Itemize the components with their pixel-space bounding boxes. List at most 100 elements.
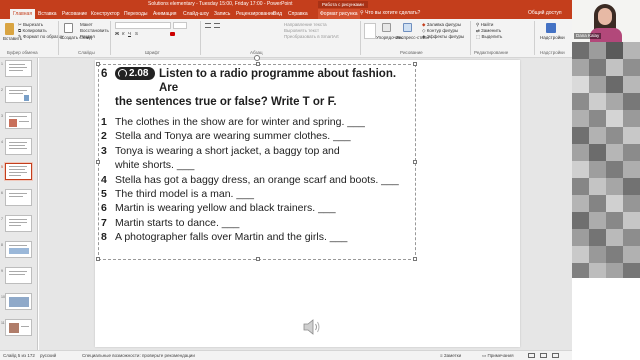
bold-button[interactable]: Ж [115,31,119,37]
format-painter-button[interactable]: ✎ Формат по образцу [18,34,63,40]
resize-handle[interactable] [96,257,100,261]
tab-design[interactable]: Конструктор [91,9,120,19]
slide-thumbnail[interactable] [5,293,32,310]
slide-thumbnail-active[interactable] [5,163,32,180]
group-drawing-label: Рисование [400,50,423,55]
divider [58,21,59,55]
addins-button[interactable]: Надстройки [540,35,565,41]
language-indicator[interactable]: русский [40,351,56,360]
tab-view[interactable]: Вид [273,9,282,19]
video-tile [572,178,589,195]
video-tile [623,246,640,263]
share-button[interactable]: Общий доступ [528,8,562,19]
accessibility-status[interactable]: Специальные возможности: проверьте реком… [82,351,195,360]
resize-handle[interactable] [413,257,417,261]
slide-thumbnail[interactable] [5,138,32,155]
section-button[interactable]: Раздел [80,34,95,40]
underline-button[interactable]: Ч [128,31,131,37]
video-tile [623,144,640,161]
shape-effects-button[interactable]: ◈ Эффекты фигуры [422,34,464,40]
slide-thumbnail[interactable] [5,189,32,206]
slide-thumbnail[interactable] [5,112,32,129]
video-tile [589,161,606,178]
tell-me-label: Что вы хотите сделать? [365,10,421,16]
resize-handle[interactable] [413,160,417,164]
slide-thumbnail-pane[interactable]: 1 2 3 4 5 6 7 8 9 10 11 [0,58,38,350]
slide-thumbnail[interactable] [5,241,32,258]
exercise-content: 6 2.08 Listen to a radio programme about… [101,67,411,245]
cut-label: Вырезать [23,22,44,27]
audio-speaker-icon[interactable] [301,316,323,338]
tab-insert[interactable]: Вставка [38,9,57,19]
slide-thumbnail[interactable] [5,267,32,284]
font-color-icon[interactable] [170,32,175,36]
thumb-number: 1 [1,62,3,66]
slide-thumbnail[interactable] [5,60,32,77]
video-tile [589,195,606,212]
tab-picture-format[interactable]: Формат рисунка [318,9,360,19]
video-tile [623,93,640,110]
reading-view-icon[interactable] [552,353,559,358]
tab-draw[interactable]: Рисование [62,9,87,19]
item-number: 4 [101,173,107,186]
resize-handle[interactable] [96,62,100,66]
select-label: Выделить [481,34,503,39]
thumb-line [9,142,27,143]
shapes-gallery[interactable] [364,23,376,39]
resize-handle[interactable] [96,160,100,164]
thumb-line [9,271,27,272]
resize-handle[interactable] [256,62,260,66]
font-size-box[interactable] [173,22,187,29]
video-tile [623,212,640,229]
item-text: A photographer falls over Martin and the… [115,231,348,244]
tab-file[interactable] [2,9,8,19]
slide-thumbnail[interactable] [5,319,32,336]
video-tile [572,42,589,59]
video-tile [589,42,606,59]
thumb-line [9,90,27,91]
tab-home[interactable]: Главная [10,9,36,19]
comments-button[interactable]: ▭ Примечания [482,351,514,360]
slide[interactable]: 6 2.08 Listen to a radio programme about… [95,55,520,347]
effects-icon: ◈ [422,34,426,39]
normal-view-icon[interactable] [528,353,535,358]
notes-button[interactable]: ≡ Заметки [440,351,461,360]
resize-handle[interactable] [413,62,417,66]
window-title: Solutions elementary - Tuesday 15:00, Fr… [148,1,293,7]
numbering-icon[interactable] [214,23,220,28]
select-button[interactable]: ⬚ Выделить [476,34,502,40]
italic-button[interactable]: К [122,31,125,37]
tab-slideshow[interactable]: Слайд-шоу [183,9,209,19]
video-tile [589,59,606,76]
slide-canvas[interactable]: 6 2.08 Listen to a radio programme about… [39,55,572,350]
tab-animations[interactable]: Анимация [153,9,176,19]
exercise-items: 1 The clothes in the show are for winter… [101,115,411,245]
thumb-line [9,274,25,275]
video-tile [572,93,589,110]
tab-review[interactable]: Рецензирование [236,9,275,19]
exercise-item: 6 Martin is wearing yellow and black tra… [101,201,411,215]
font-name-box[interactable] [115,22,171,29]
strikethrough-button[interactable]: S [135,31,138,37]
video-tile [606,59,623,76]
video-tile [572,76,589,93]
rotate-handle[interactable] [254,55,260,61]
slide-sorter-icon[interactable] [540,353,547,358]
tab-record[interactable]: Запись [214,9,230,19]
status-bar: Слайд 5 из 172 русский Специальные возмо… [0,350,572,360]
video-tile [572,212,589,229]
resize-handle[interactable] [256,257,260,261]
video-tile [606,229,623,246]
tab-transitions[interactable]: Переходы [124,9,147,19]
notes-icon: ≡ [440,353,443,358]
slide-thumbnail[interactable] [5,86,32,103]
shape-fill-label: Заливка фигуры [426,22,462,27]
convert-smartart-button[interactable]: Преобразовать в SmartArt [284,34,339,40]
slide-counter: Слайд 5 из 172 [3,353,35,358]
arrange-icon [382,23,391,32]
slide-thumbnail[interactable] [5,215,32,232]
shape-effects-label: Эффекты фигуры [426,34,465,39]
bullets-icon[interactable] [205,23,211,28]
tell-me-search[interactable]: ⚲ Что вы хотите сделать? [360,8,420,19]
tab-help[interactable]: Справка [288,9,308,19]
